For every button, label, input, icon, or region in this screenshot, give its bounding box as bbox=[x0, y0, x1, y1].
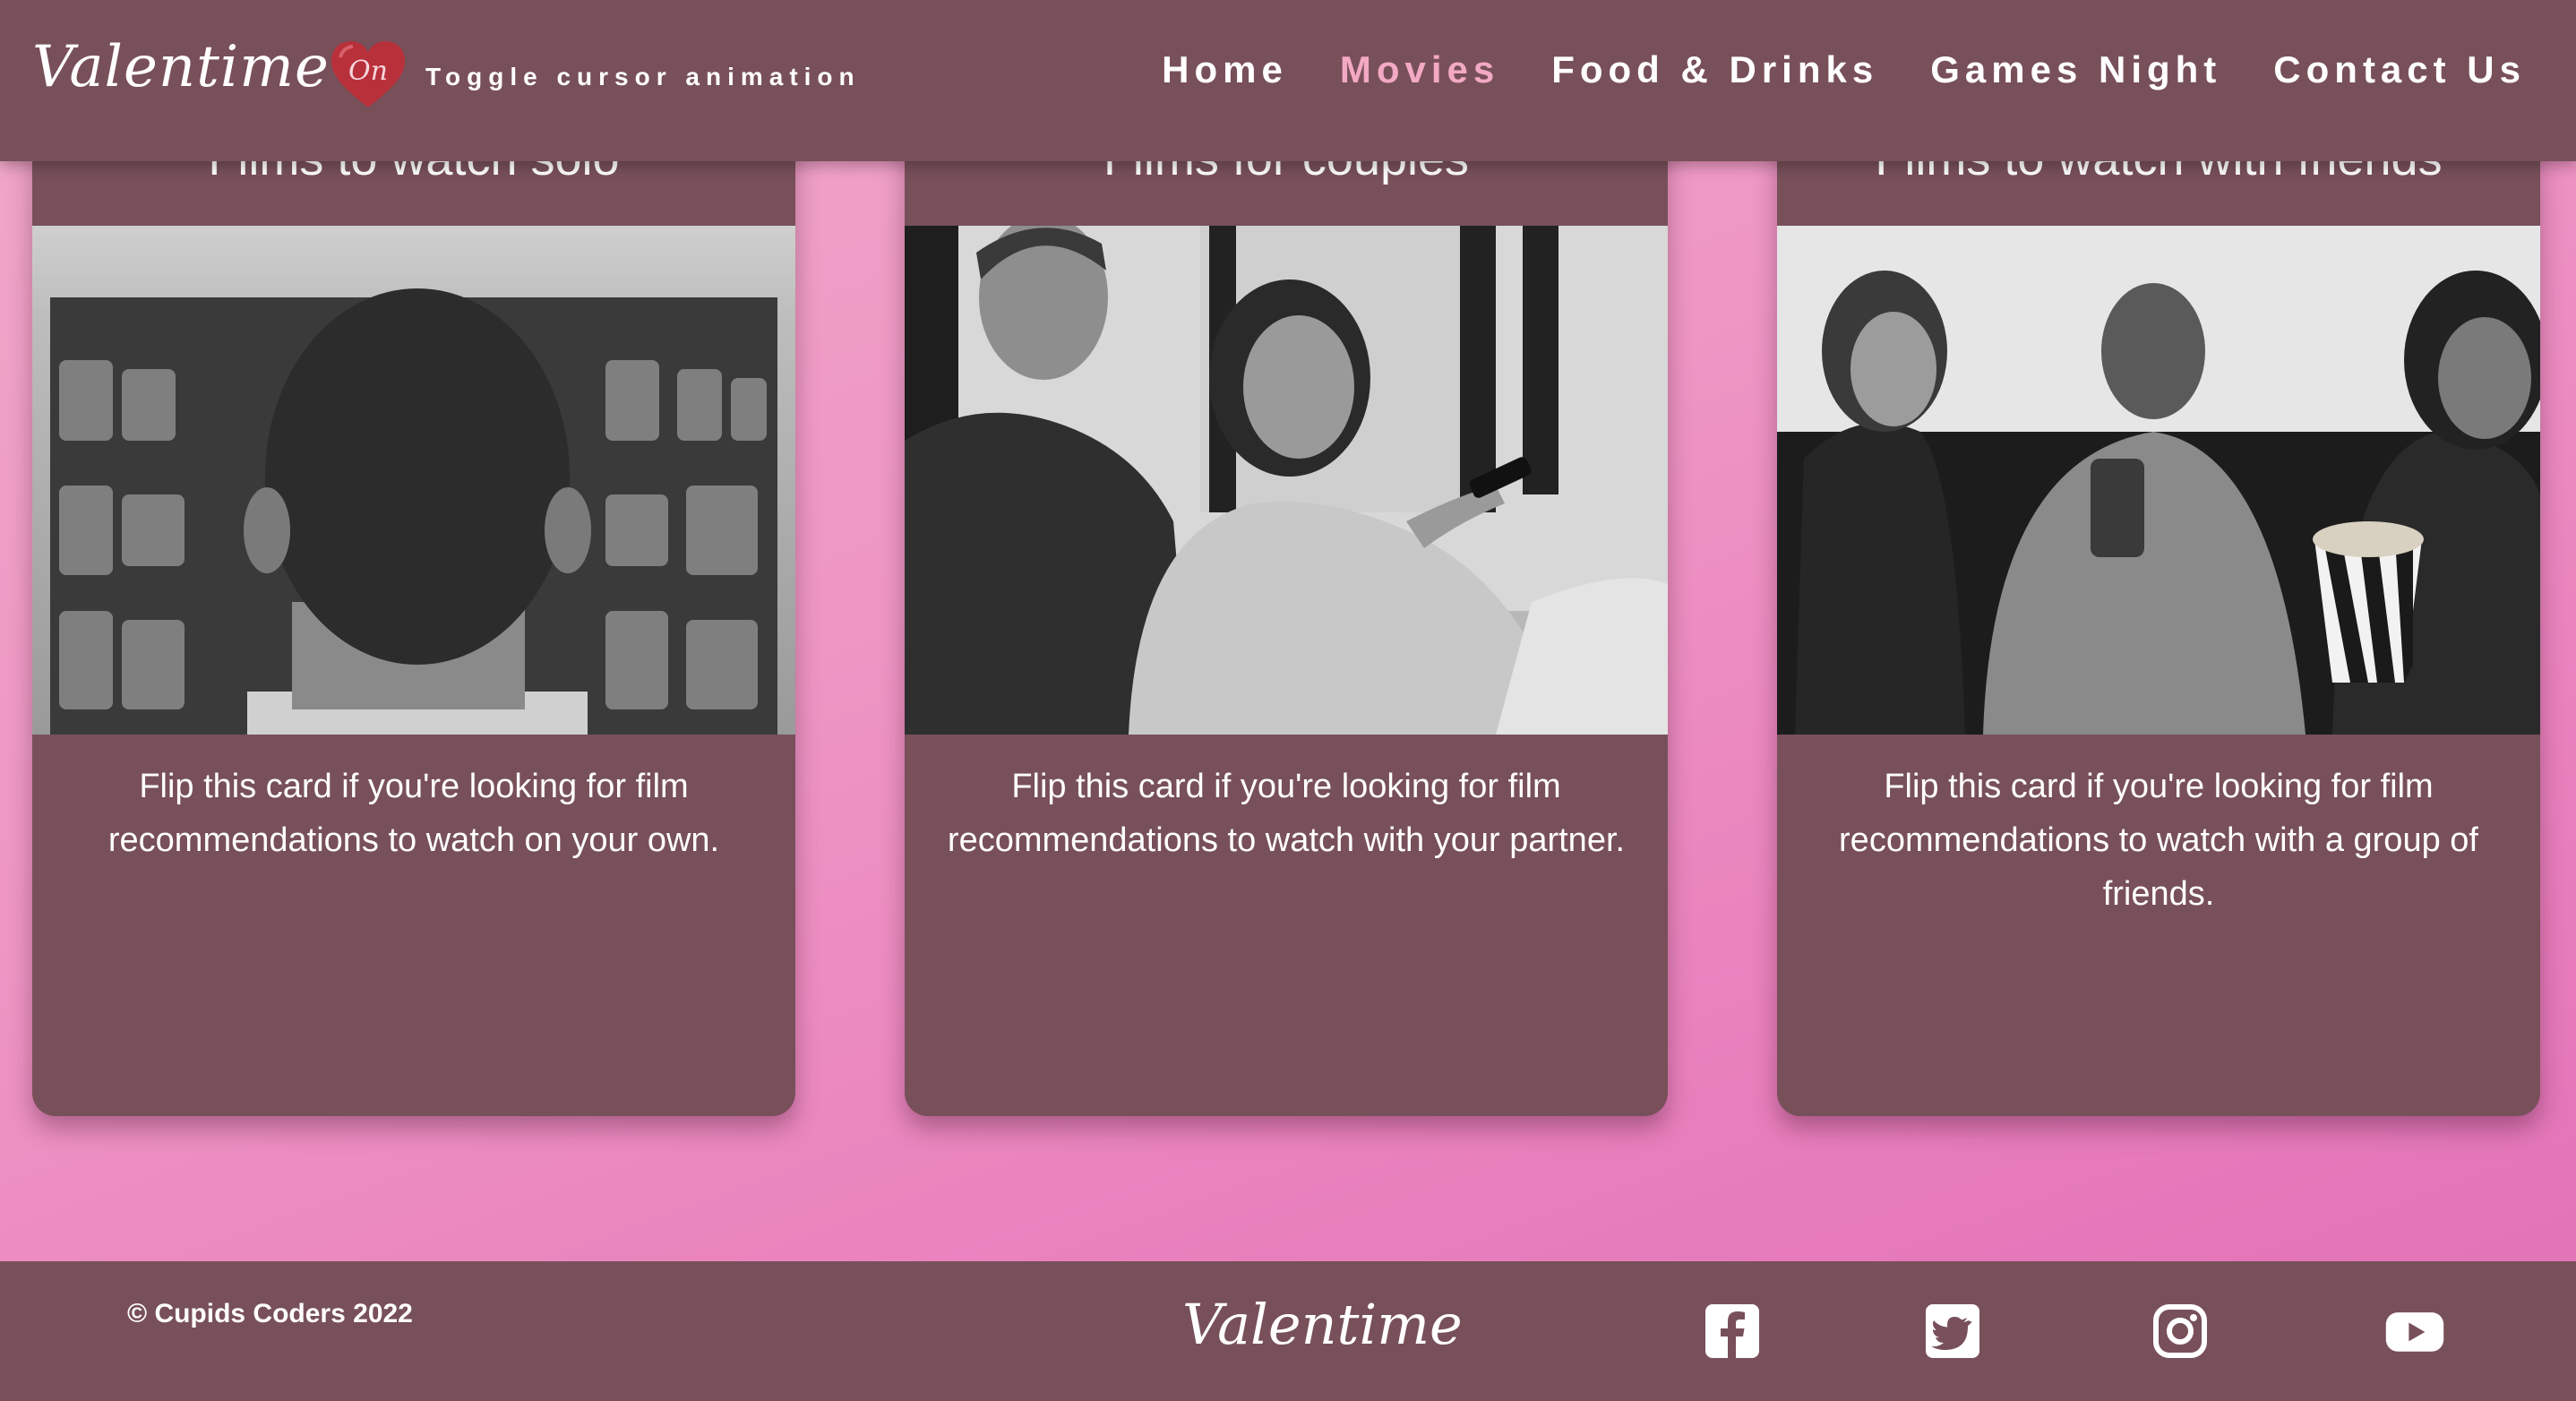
friends-with-popcorn-image bbox=[1777, 226, 2540, 735]
nav-movies[interactable]: Movies bbox=[1340, 48, 1499, 91]
nav-games-night[interactable]: Games Night bbox=[1930, 48, 2221, 91]
footer-logo[interactable]: Valentime bbox=[1182, 1292, 1463, 1357]
man-watching-tv-image bbox=[32, 226, 795, 735]
copyright-text: © Cupids Coders 2022 bbox=[127, 1299, 413, 1328]
site-header: Valentime On Toggle cursor animation Hom… bbox=[0, 0, 2576, 161]
card-description: Flip this card if you're looking for fil… bbox=[107, 768, 720, 859]
friends-films-card[interactable]: Films to watch with friends Flip this ca… bbox=[1777, 107, 2540, 1116]
nav-home[interactable]: Home bbox=[1162, 48, 1288, 91]
facebook-icon[interactable] bbox=[1700, 1299, 1765, 1363]
solo-films-card[interactable]: Films to watch solo Fl bbox=[32, 107, 795, 1116]
instagram-icon[interactable] bbox=[2148, 1299, 2212, 1363]
toggle-state: On bbox=[348, 56, 388, 87]
card-description: Flip this card if you're looking for fil… bbox=[1839, 768, 2478, 913]
card-description: Flip this card if you're looking for fil… bbox=[947, 768, 1626, 859]
main-nav: Home Movies Food & Drinks Games Night Co… bbox=[1162, 48, 2526, 91]
site-logo[interactable]: Valentime bbox=[32, 34, 330, 100]
couples-films-card[interactable]: Films for couples Flip this card if you'… bbox=[905, 107, 1668, 1116]
couple-on-sofa-image bbox=[905, 226, 1668, 735]
nav-food-drinks[interactable]: Food & Drinks bbox=[1551, 48, 1878, 91]
toggle-label: Toggle cursor animation bbox=[425, 63, 861, 90]
nav-contact-us[interactable]: Contact Us bbox=[2273, 48, 2526, 91]
cursor-animation-toggle[interactable]: On bbox=[328, 38, 408, 111]
youtube-icon[interactable] bbox=[2383, 1299, 2451, 1363]
twitter-icon[interactable] bbox=[1920, 1299, 1985, 1363]
site-footer: © Cupids Coders 2022 Valentime bbox=[0, 1261, 2576, 1401]
